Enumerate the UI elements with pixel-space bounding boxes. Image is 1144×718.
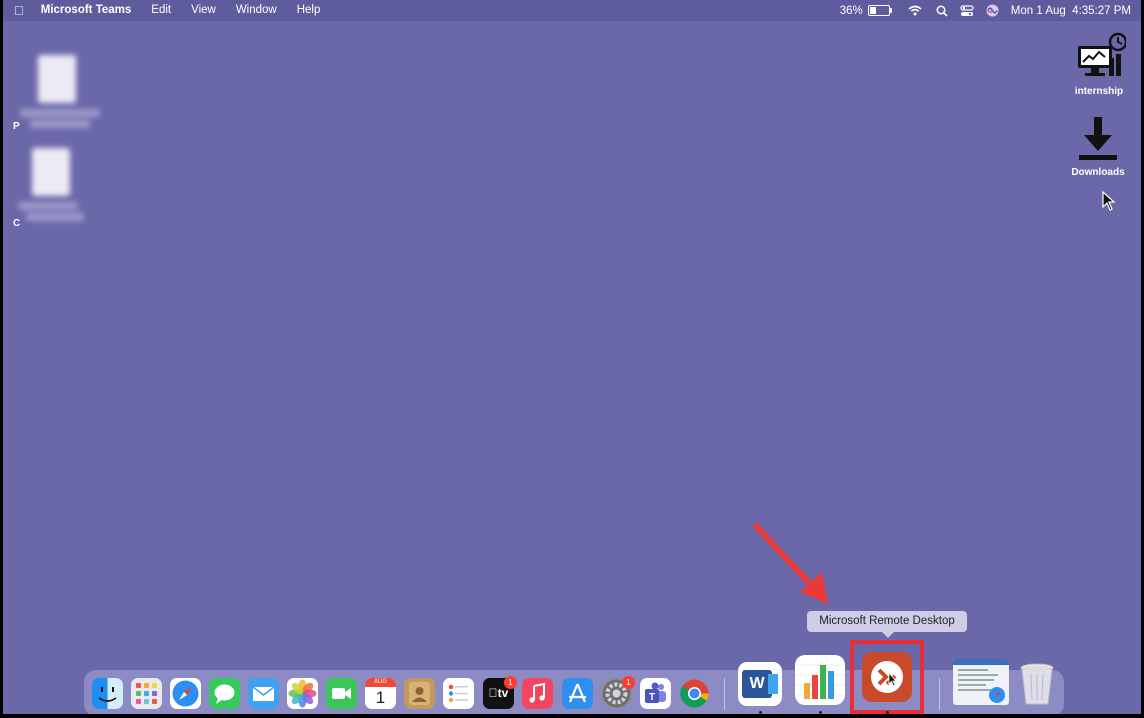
dock-item-messages[interactable] <box>209 678 240 709</box>
desktop-file-blurred[interactable] <box>18 148 84 221</box>
spotlight-search-icon[interactable] <box>936 5 948 17</box>
highlight-box <box>850 640 924 714</box>
dock-item-system-preferences[interactable]: 1 <box>601 676 635 709</box>
document-icon <box>953 659 1009 703</box>
dock-item-safari[interactable] <box>170 678 201 709</box>
dock-item-teams[interactable]: T <box>640 678 671 709</box>
wifi-icon[interactable] <box>908 5 922 16</box>
messages-icon <box>214 684 235 704</box>
menu-bar:  Microsoft Teams Edit View Window Help … <box>3 0 1141 21</box>
menu-view[interactable]: View <box>191 0 216 21</box>
menu-window[interactable]: Window <box>236 0 277 21</box>
desktop-file-label-fragment: P <box>13 121 20 132</box>
dock-item-facetime[interactable] <box>326 678 357 709</box>
svg-text:T: T <box>649 692 655 703</box>
safari-icon <box>172 680 199 707</box>
dock-separator <box>939 678 940 710</box>
finder-icon <box>92 678 123 709</box>
mail-icon <box>252 686 275 701</box>
desktop-icon-downloads[interactable]: Downloads <box>1063 115 1133 178</box>
desktop-icon-internship[interactable]: internship <box>1064 32 1134 97</box>
dock-item-chrome[interactable] <box>679 678 710 709</box>
apple-menu-icon[interactable]:  <box>14 0 24 21</box>
dock-item-trash[interactable] <box>1017 662 1057 706</box>
dock-item-mail[interactable] <box>248 678 279 709</box>
dock-item-numbers[interactable] <box>795 655 845 705</box>
dock-item-word[interactable]: W <box>738 662 782 706</box>
download-icon <box>1079 117 1117 160</box>
running-indicator <box>759 711 762 714</box>
dock-item-music[interactable] <box>522 678 553 709</box>
running-indicator <box>819 711 822 714</box>
app-store-icon <box>568 683 587 703</box>
battery-icon[interactable] <box>867 5 892 16</box>
running-indicator <box>886 711 889 714</box>
desktop-icon-label: internship <box>1074 86 1124 97</box>
menu-help[interactable]: Help <box>297 0 321 21</box>
control-center-icon[interactable] <box>960 4 974 17</box>
mouse-cursor-icon <box>1102 191 1116 211</box>
contacts-icon <box>409 682 430 705</box>
trash-icon <box>1020 663 1054 705</box>
calendar-day: 1 <box>375 688 386 707</box>
dock-item-app-store[interactable] <box>562 678 593 709</box>
annotation-arrow-icon <box>753 523 828 604</box>
photos-icon <box>288 679 317 708</box>
reminders-icon <box>448 684 468 703</box>
chrome-icon <box>680 679 709 708</box>
desktop[interactable]:  Microsoft Teams Edit View Window Help … <box>3 0 1141 714</box>
dock-item-document-preview[interactable] <box>953 659 1009 705</box>
notification-badge: 1 <box>504 676 517 689</box>
facetime-icon <box>332 688 351 699</box>
dock-item-reminders[interactable] <box>443 678 474 709</box>
desktop-file-blurred[interactable] <box>20 55 100 128</box>
menu-edit[interactable]: Edit <box>151 0 171 21</box>
dock-separator <box>724 678 725 710</box>
numbers-icon <box>795 664 845 699</box>
menu-app-name[interactable]: Microsoft Teams <box>41 0 132 21</box>
desktop-file-label-fragment: C <box>13 218 21 229</box>
dock-item-photos[interactable] <box>287 678 318 709</box>
music-icon <box>529 682 545 703</box>
dock-item-apple-tv[interactable]: tv 1 <box>483 676 517 709</box>
dock-item-finder[interactable] <box>92 678 123 709</box>
desktop-icon-label: Downloads <box>1071 167 1125 178</box>
dock-item-contacts[interactable] <box>404 678 435 709</box>
calendar-month: AUG <box>365 678 396 687</box>
launchpad-icon <box>136 683 157 704</box>
dock-tooltip: Microsoft Remote Desktop <box>807 611 967 638</box>
teams-icon: T <box>640 678 671 709</box>
battery-percent[interactable]: 36% <box>840 5 863 17</box>
clock[interactable]: Mon 1 Aug 4:35:27 PM <box>1011 5 1131 17</box>
monitor-chart-icon <box>1078 32 1126 76</box>
dock-item-calendar[interactable]: AUG 1 <box>365 678 396 709</box>
siri-icon[interactable] <box>986 4 999 17</box>
notification-badge: 1 <box>622 676 635 689</box>
dock-item-launchpad[interactable] <box>131 678 162 709</box>
